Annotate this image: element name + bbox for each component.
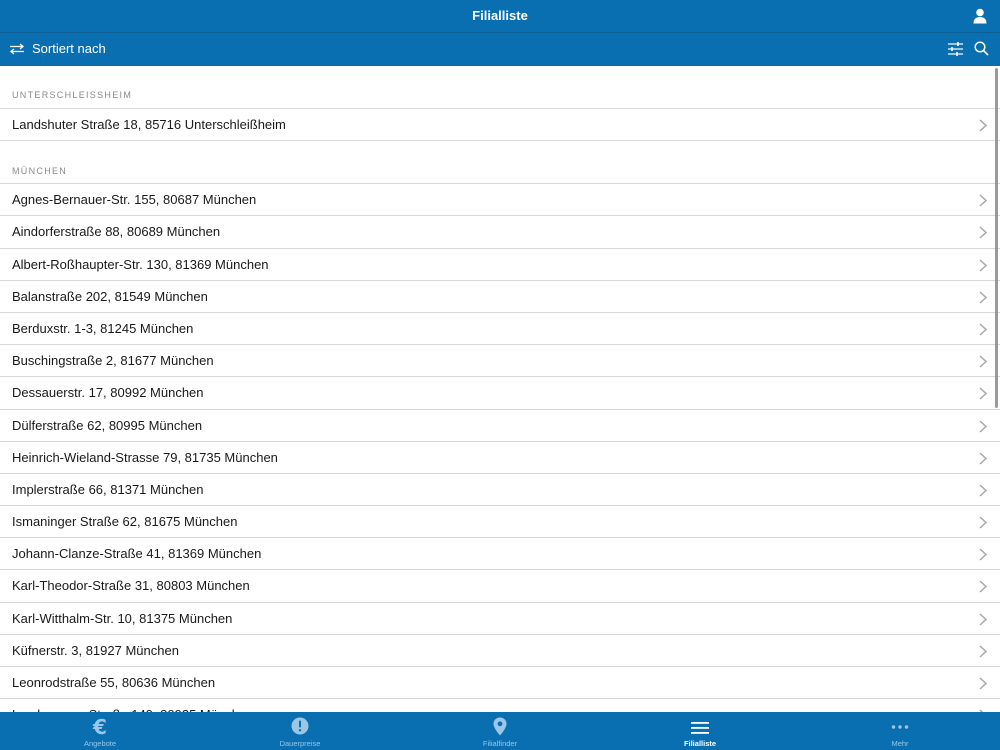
chevron-right-icon [979, 516, 987, 529]
store-list-item[interactable]: Implerstraße 66, 81371 München [0, 474, 1000, 507]
chevron-right-icon [979, 613, 987, 626]
store-list-item[interactable]: Lerchenauer Straße 149, 80935 München [0, 699, 1000, 712]
store-list-item[interactable]: Ismaninger Straße 62, 81675 München [0, 506, 1000, 539]
chevron-right-icon [979, 548, 987, 561]
section-header-muenchen: MÜNCHEN [0, 141, 1000, 185]
list-icon [691, 721, 709, 740]
location-pin-icon [493, 717, 507, 741]
store-address: Buschingstraße 2, 81677 München [12, 353, 214, 369]
store-address: Agnes-Bernauer-Str. 155, 80687 München [12, 192, 257, 208]
chevron-right-icon [979, 387, 987, 400]
chevron-right-icon [979, 677, 987, 690]
chevron-right-icon [979, 119, 987, 132]
store-list-item[interactable]: Agnes-Bernauer-Str. 155, 80687 München [0, 184, 1000, 217]
store-list-item[interactable]: Balanstraße 202, 81549 München [0, 281, 1000, 313]
chevron-right-icon [979, 580, 987, 593]
filter-settings-icon[interactable] [948, 42, 963, 56]
chevron-right-icon [979, 419, 987, 433]
store-list-item[interactable]: Johann-Clanze-Straße 41, 81369 München [0, 538, 1000, 571]
chevron-right-icon [979, 484, 987, 497]
store-address: Implerstraße 66, 81371 München [12, 481, 204, 497]
store-list-item[interactable]: Karl-Theodor-Straße 31, 80803 München [0, 570, 1000, 603]
chevron-right-icon [979, 259, 987, 272]
sort-label: Sortiert nach [32, 41, 106, 56]
store-list-item[interactable]: Leonrodstraße 55, 80636 München [0, 667, 1000, 700]
chevron-right-icon [979, 291, 987, 304]
store-list-item[interactable]: Dülferstraße 62, 80995 München [0, 410, 1000, 442]
tab-label: Filialfinder [482, 739, 518, 748]
store-address: Aindorferstraße 88, 80689 München [12, 224, 221, 240]
tab-dauerpreise[interactable]: Dauerpreise [200, 712, 400, 750]
chevron-right-icon [979, 645, 987, 658]
store-address: Dülferstraße 62, 80995 München [12, 417, 203, 433]
store-address: Heinrich-Wieland-Strasse 79, 81735 Münch… [12, 449, 278, 465]
navigation-bar: Filialliste [0, 0, 1000, 32]
store-list-item[interactable]: Aindorferstraße 88, 80689 München [0, 216, 1000, 249]
chevron-right-icon [979, 355, 987, 368]
chevron-right-icon [979, 226, 987, 239]
store-address: Albert-Roßhaupter-Str. 130, 81369 Münche… [12, 256, 269, 272]
store-address: Dessauerstr. 17, 80992 München [12, 385, 204, 401]
store-list-item[interactable]: Buschingstraße 2, 81677 München [0, 345, 1000, 378]
tab-filialliste[interactable]: Filialliste [600, 712, 800, 750]
tab-filialfinder[interactable]: Filialfinder [400, 712, 600, 750]
chevron-right-icon [979, 452, 987, 465]
user-icon[interactable] [973, 8, 987, 24]
tab-mehr[interactable]: Mehr [800, 712, 1000, 750]
store-list-item[interactable]: Heinrich-Wieland-Strasse 79, 81735 Münch… [0, 442, 1000, 474]
store-list-item[interactable]: Küfnerstr. 3, 81927 München [0, 635, 1000, 667]
svg-text:€: € [92, 717, 107, 737]
store-address: Landshuter Straße 18, 85716 Unterschleiß… [12, 117, 286, 132]
tab-angebote[interactable]: € Angebote [0, 712, 200, 750]
store-address: Karl-Witthalm-Str. 10, 81375 München [12, 610, 233, 626]
chevron-right-icon [979, 323, 987, 336]
section-header-unterschleissheim: UNTERSCHLEISSHEIM [0, 65, 1000, 109]
store-address: Berduxstr. 1-3, 81245 München [12, 320, 194, 336]
store-list-item[interactable]: Dessauerstr. 17, 80992 München [0, 377, 1000, 410]
search-icon[interactable] [974, 41, 989, 56]
store-address: Johann-Clanze-Straße 41, 81369 München [12, 546, 262, 562]
store-list-item[interactable]: Karl-Witthalm-Str. 10, 81375 München [0, 603, 1000, 635]
tab-label: Filialliste [683, 739, 717, 748]
swap-arrows-icon [9, 43, 25, 55]
tab-label: Angebote [83, 739, 117, 748]
sort-button[interactable]: Sortiert nach [9, 33, 106, 65]
toolbar: Sortiert nach [0, 32, 1000, 66]
store-address: Küfnerstr. 3, 81927 München [12, 642, 179, 658]
store-address: Leonrodstraße 55, 80636 München [12, 675, 216, 690]
scrollbar[interactable] [995, 68, 998, 408]
chevron-right-icon [979, 194, 987, 207]
store-address: Balanstraße 202, 81549 München [12, 288, 208, 304]
more-dots-icon [891, 720, 909, 739]
store-address: Ismaninger Straße 62, 81675 München [12, 514, 238, 530]
store-list-item[interactable]: Albert-Roßhaupter-Str. 130, 81369 Münche… [0, 249, 1000, 281]
tab-bar: € Angebote Dauerpreise Filialfinder Filialli… [0, 712, 1000, 750]
tab-label: Dauerpreise [279, 739, 321, 748]
exclamation-icon [291, 717, 309, 740]
store-list-item[interactable]: Berduxstr. 1-3, 81245 München [0, 313, 1000, 346]
store-list-item[interactable]: Landshuter Straße 18, 85716 Unterschleiß… [0, 109, 1000, 142]
store-address: Karl-Theodor-Straße 31, 80803 München [12, 578, 250, 594]
page-title: Filialliste [472, 8, 528, 23]
tab-label: Mehr [891, 739, 909, 748]
store-list[interactable]: UNTERSCHLEISSHEIM Landshuter Straße 18, … [0, 65, 1000, 712]
